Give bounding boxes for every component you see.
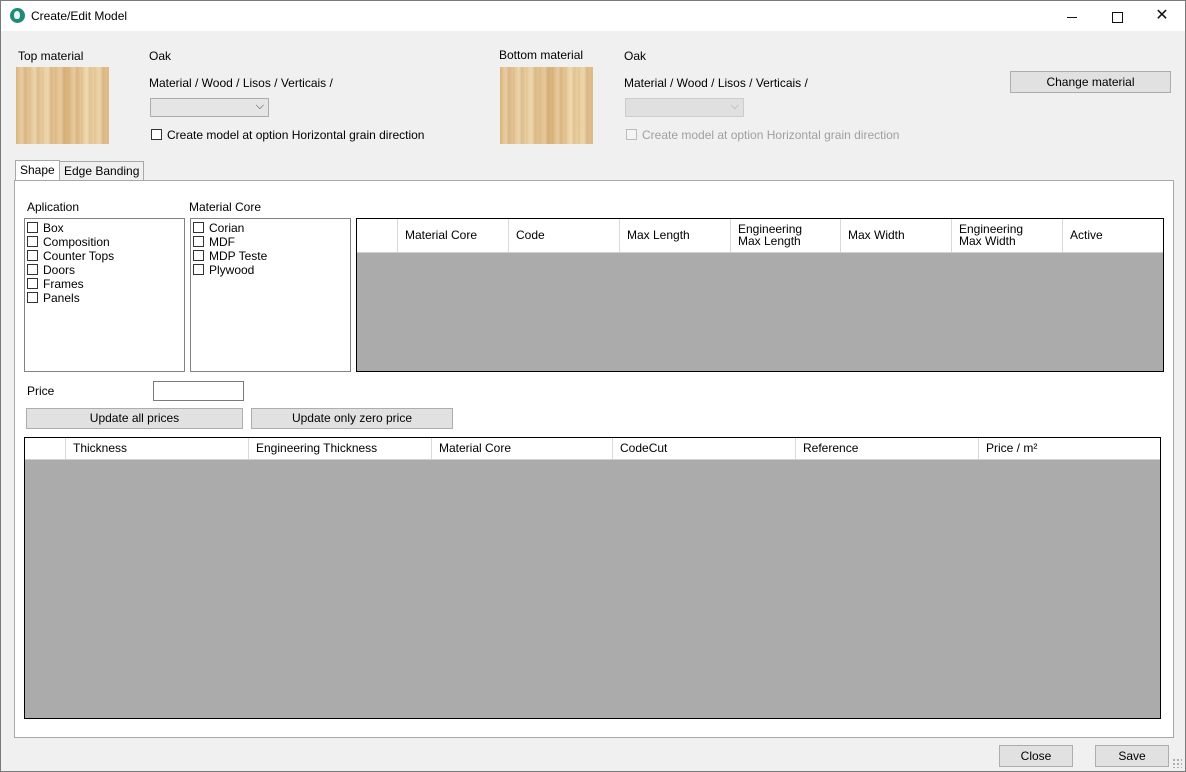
checkbox[interactable] — [27, 236, 38, 247]
column-header[interactable]: Engineering Max Width — [952, 219, 1063, 252]
column-header[interactable]: Material Core — [398, 219, 509, 252]
top-material-label: Top material — [18, 49, 84, 63]
minimize-button[interactable] — [1049, 1, 1095, 31]
app-logo-icon — [10, 8, 25, 23]
title-bar[interactable]: Create/Edit Model ✕ — [1, 1, 1185, 31]
column-header[interactable]: Engineering Thickness — [249, 438, 432, 459]
checkbox[interactable] — [193, 250, 204, 261]
row-header-corner — [357, 219, 398, 252]
bottom-material-swatch — [500, 67, 593, 144]
chevron-down-icon: ⌵ — [730, 100, 739, 112]
update-all-prices-button[interactable]: Update all prices — [26, 408, 243, 429]
checkbox[interactable] — [193, 264, 204, 275]
checkbox[interactable] — [27, 278, 38, 289]
close-icon: ✕ — [1155, 7, 1169, 24]
bottom-material-path: Material / Wood / Lisos / Verticais / — [624, 76, 808, 90]
top-horizontal-grain-checkbox[interactable] — [151, 129, 162, 140]
maximize-icon — [1111, 11, 1123, 23]
column-header[interactable]: Max Width — [841, 219, 952, 252]
grid-header: Material Core Code Max Length Engineerin… — [357, 219, 1163, 253]
material-core-grid[interactable]: Material Core Code Max Length Engineerin… — [356, 218, 1164, 372]
column-header[interactable]: Engineering Max Length — [731, 219, 841, 252]
column-header[interactable]: Code — [509, 219, 620, 252]
create-edit-model-window: Create/Edit Model ✕ Top material Oak Mat… — [0, 0, 1186, 772]
close-window-button[interactable]: ✕ — [1139, 1, 1185, 31]
aplication-list[interactable]: Box Composition Counter Tops Doors Frame… — [24, 218, 185, 372]
column-header[interactable]: CodeCut — [613, 438, 796, 459]
tab-shape[interactable]: Shape — [15, 160, 60, 182]
checkbox[interactable] — [27, 264, 38, 275]
checkbox[interactable] — [193, 222, 204, 233]
top-horizontal-grain-label: Create model at option Horizontal grain … — [167, 128, 425, 142]
close-button[interactable]: Close — [999, 745, 1073, 767]
column-header[interactable]: Max Length — [620, 219, 731, 252]
price-label: Price — [27, 384, 55, 398]
shape-tab-panel: Aplication Box Composition Counter Tops … — [14, 180, 1174, 738]
top-material-swatch — [16, 67, 109, 144]
checkbox[interactable] — [27, 250, 38, 261]
save-button[interactable]: Save — [1095, 745, 1169, 767]
checkbox[interactable] — [27, 222, 38, 233]
grid-header: Thickness Engineering Thickness Material… — [25, 438, 1160, 460]
column-header[interactable]: Price / m² — [979, 438, 1160, 459]
aplication-label: Aplication — [27, 200, 80, 214]
top-material-name: Oak — [149, 49, 172, 63]
minimize-icon — [1067, 16, 1077, 18]
top-material-path: Material / Wood / Lisos / Verticais / — [149, 76, 333, 90]
tab-edge-banding[interactable]: Edge Banding — [59, 161, 145, 181]
material-core-label: Material Core — [189, 200, 262, 214]
resize-grip-icon[interactable] — [1172, 758, 1182, 768]
change-material-button[interactable]: Change material — [1010, 71, 1171, 93]
top-material-combo[interactable]: ⌵ — [150, 98, 269, 117]
bottom-horizontal-grain-label: Create model at option Horizontal grain … — [642, 128, 900, 142]
column-header[interactable]: Thickness — [66, 438, 249, 459]
material-core-list[interactable]: Corian MDF MDP Teste Plywood — [190, 218, 351, 372]
thickness-grid[interactable]: Thickness Engineering Thickness Material… — [24, 437, 1161, 719]
window-title: Create/Edit Model — [31, 9, 128, 23]
checkbox[interactable] — [27, 292, 38, 303]
checkbox[interactable] — [193, 236, 204, 247]
chevron-down-icon: ⌵ — [255, 100, 264, 112]
update-zero-price-button[interactable]: Update only zero price — [251, 408, 453, 429]
bottom-material-name: Oak — [624, 49, 647, 63]
price-input[interactable] — [153, 381, 244, 401]
column-header[interactable]: Reference — [796, 438, 979, 459]
maximize-button[interactable] — [1094, 1, 1140, 31]
column-header[interactable]: Active — [1063, 219, 1163, 252]
bottom-material-label: Bottom material — [499, 48, 584, 62]
column-header[interactable]: Material Core — [432, 438, 613, 459]
row-header-corner — [25, 438, 66, 459]
bottom-horizontal-grain-checkbox[interactable] — [626, 129, 637, 140]
bottom-material-combo[interactable]: ⌵ — [625, 98, 744, 117]
